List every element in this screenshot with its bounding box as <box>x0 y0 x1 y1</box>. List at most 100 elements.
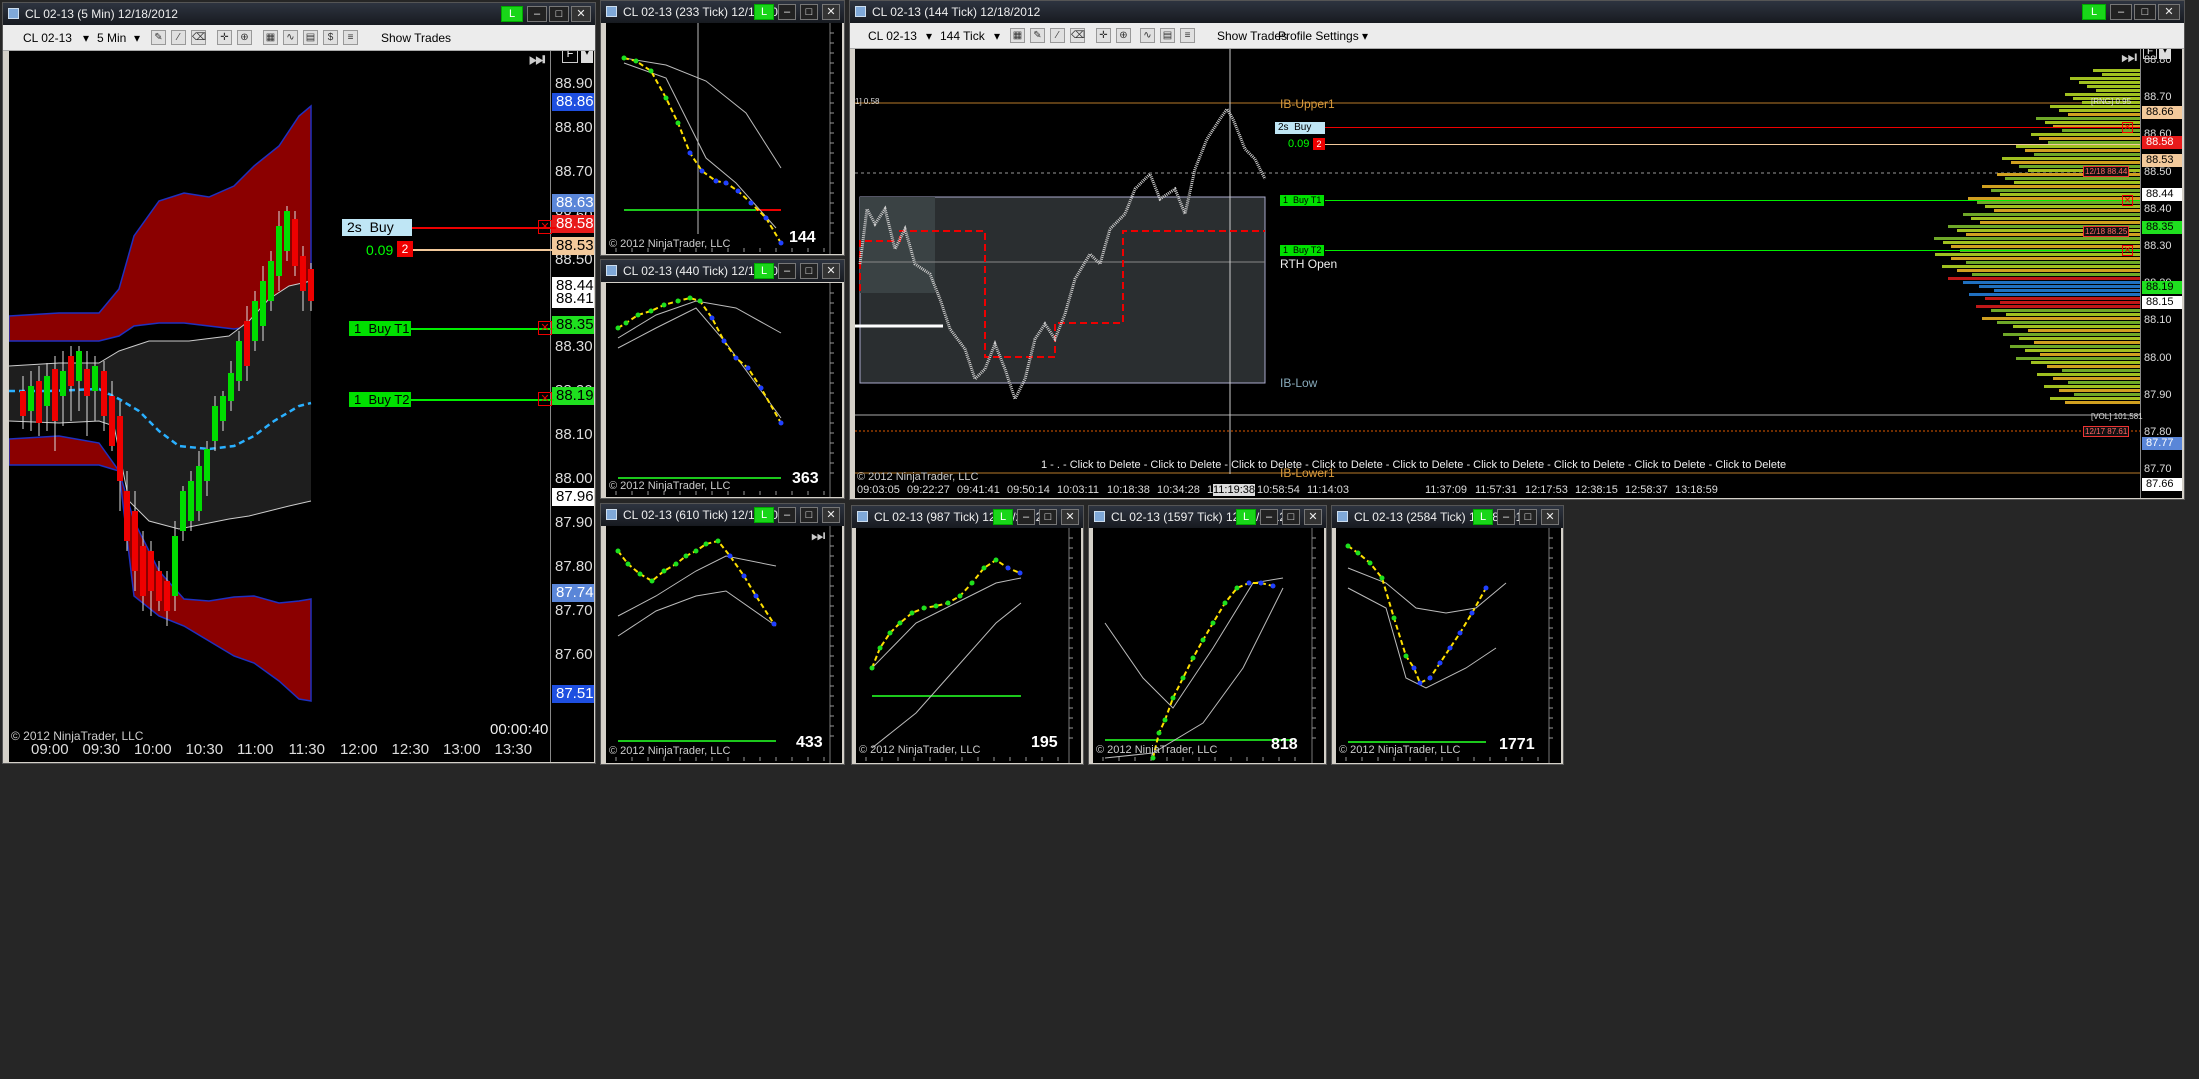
window-titlebar[interactable]: CL 02-13 (144 Tick) 12/18/2012 L – □ ✕ <box>850 1 2184 23</box>
minimize-button[interactable]: – <box>1260 509 1278 525</box>
indicators-icon[interactable]: ∿ <box>283 30 298 45</box>
mini-chart-plot[interactable] <box>606 526 842 763</box>
minimize-button[interactable]: – <box>778 263 796 279</box>
window-titlebar[interactable]: CL 02-13 (440 Tick) 12/18/2012 L – □ ✕ <box>601 260 844 282</box>
jump-to-end-icon[interactable]: ⏭ <box>529 51 545 70</box>
order-cancel-icon[interactable]: ✕ <box>2122 195 2133 206</box>
maximize-button[interactable]: □ <box>2134 4 2156 20</box>
crosshair-icon[interactable]: ✛ <box>217 30 232 45</box>
window-titlebar[interactable]: CL 02-13 (1597 Tick) 12/18/2012 L – □ ✕ <box>1089 506 1326 528</box>
order-line-buy-t2[interactable] <box>1325 250 2140 251</box>
close-button[interactable]: ✕ <box>822 507 840 523</box>
eraser-icon[interactable]: ⌫ <box>191 30 206 45</box>
mini-chart-plot[interactable] <box>1336 528 1561 763</box>
pencil-icon[interactable]: ✎ <box>1030 28 1045 43</box>
minimize-button[interactable]: – <box>1017 509 1035 525</box>
order-cancel-icon[interactable]: ✕ <box>538 321 552 335</box>
mini-chart[interactable]: 363 © 2012 NinjaTrader, LLC <box>606 283 842 497</box>
eraser-icon[interactable]: ⌫ <box>1070 28 1085 43</box>
order-line-buy-t1[interactable] <box>404 328 554 330</box>
order-tag-buy-t2[interactable]: 1 Buy T2 <box>1280 245 1324 256</box>
live-button[interactable]: L <box>754 263 774 279</box>
mini-chart-plot[interactable] <box>606 283 842 497</box>
interval-selector[interactable]: 144 Tick <box>940 29 985 43</box>
jump-to-end-icon[interactable]: ⏭ <box>2121 49 2137 68</box>
strategies-icon[interactable]: ▤ <box>303 30 318 45</box>
profile-settings-button[interactable]: Profile Settings <box>1278 29 1359 43</box>
close-button[interactable]: ✕ <box>1061 509 1079 525</box>
close-button[interactable]: ✕ <box>822 263 840 279</box>
chart-window-1597tick[interactable]: CL 02-13 (1597 Tick) 12/18/2012 L – □ ✕ … <box>1088 505 1327 765</box>
order-cancel-icon[interactable]: ✕ <box>2122 245 2133 256</box>
show-trades-button[interactable]: Show Trades <box>1217 29 1287 43</box>
chart-window-610tick[interactable]: CL 02-13 (610 Tick) 12/18/2012 L – □ ✕ ⏭… <box>600 503 845 765</box>
close-button[interactable]: ✕ <box>1304 509 1322 525</box>
drawing-tools-icon[interactable]: ⁄ <box>171 30 186 45</box>
price-axis[interactable]: 88.9088.8088.7088.6088.5088.4088.3088.20… <box>550 51 594 762</box>
live-button[interactable]: L <box>2082 4 2106 20</box>
maximize-button[interactable]: □ <box>800 263 818 279</box>
f-button[interactable]: F <box>2143 49 2157 59</box>
minimize-button[interactable]: – <box>778 4 796 20</box>
instrument-dropdown-icon[interactable]: ▾ <box>83 31 89 45</box>
live-button[interactable]: L <box>501 6 523 22</box>
mini-chart[interactable]: 1771 © 2012 NinjaTrader, LLC <box>1336 528 1561 763</box>
bar-type-icon[interactable]: ▦ <box>263 30 278 45</box>
minimize-button[interactable]: – <box>778 507 796 523</box>
window-titlebar[interactable]: CL 02-13 (2584 Tick) 12/18/2012 L – □ ✕ <box>1332 506 1563 528</box>
order-line-buy-t2[interactable] <box>404 399 554 401</box>
close-button[interactable]: ✕ <box>822 4 840 20</box>
f-dropdown-icon[interactable]: ▾ <box>581 51 593 63</box>
click-to-delete-strip[interactable]: 1 - . - Click to Delete - Click to Delet… <box>1041 459 1786 471</box>
window-titlebar[interactable]: CL 02-13 (987 Tick) 12/18/2012 L – □ ✕ <box>852 506 1083 528</box>
window-titlebar[interactable]: CL 02-13 (5 Min) 12/18/2012 L – □ ✕ <box>3 3 595 25</box>
mini-chart-plot[interactable] <box>856 528 1081 763</box>
strategies-icon[interactable]: ▤ <box>1160 28 1175 43</box>
zoom-icon[interactable]: ⊕ <box>237 30 252 45</box>
maximize-button[interactable]: □ <box>549 6 569 22</box>
live-button[interactable]: L <box>993 509 1013 525</box>
profile-dropdown-icon[interactable]: ▾ <box>1362 29 1368 43</box>
tick-chart-plot[interactable] <box>855 49 2140 498</box>
live-button[interactable]: L <box>1236 509 1256 525</box>
mini-chart[interactable]: 144 © 2012 NinjaTrader, LLC <box>606 23 842 254</box>
chart-window-144tick[interactable]: CL 02-13 (144 Tick) 12/18/2012 L – □ ✕ C… <box>849 0 2185 500</box>
order-cancel-icon[interactable]: ✕ <box>2122 122 2133 133</box>
chart-window-987tick[interactable]: CL 02-13 (987 Tick) 12/18/2012 L – □ ✕ 1… <box>851 505 1084 765</box>
drawing-tools-icon[interactable]: ⁄ <box>1050 28 1065 43</box>
instrument-dropdown-icon[interactable]: ▾ <box>926 29 932 43</box>
bar-type-icon[interactable]: ▦ <box>1010 28 1025 43</box>
instrument-selector[interactable]: CL 02-13 <box>23 31 72 45</box>
position-qty[interactable]: 2 <box>397 241 413 257</box>
show-trades-button[interactable]: Show Trades <box>381 31 451 45</box>
chart-window-233tick[interactable]: CL 02-13 (233 Tick) 12/18/2012 L – □ ✕ 1… <box>600 0 845 256</box>
price-chart-144tick[interactable]: 88.8088.7088.6088.5088.4088.3088.2088.10… <box>855 49 2182 498</box>
live-button[interactable]: L <box>754 4 774 20</box>
crosshair-icon[interactable]: ✛ <box>1096 28 1111 43</box>
window-titlebar[interactable]: CL 02-13 (610 Tick) 12/18/2012 L – □ ✕ <box>601 504 844 526</box>
position-qty[interactable]: 2 <box>1313 138 1325 150</box>
instrument-selector[interactable]: CL 02-13 <box>868 29 917 43</box>
indicators-icon[interactable]: ∿ <box>1140 28 1155 43</box>
chart-window-5min[interactable]: CL 02-13 (5 Min) 12/18/2012 L – □ ✕ CL 0… <box>2 2 596 764</box>
order-cancel-icon[interactable]: ✕ <box>538 392 552 406</box>
minimize-button[interactable]: – <box>1497 509 1515 525</box>
f-dropdown-icon[interactable]: ▾ <box>2159 49 2171 59</box>
price-chart-5min[interactable]: 88.9088.8088.7088.6088.5088.4088.3088.20… <box>9 51 594 762</box>
mini-chart[interactable]: ⏭ 433 © 2012 NinjaTrader, LLC <box>606 526 842 763</box>
interval-selector[interactable]: 5 Min <box>97 31 126 45</box>
mini-chart[interactable]: 818 © 2012 NinjaTrader, LLC <box>1093 528 1324 763</box>
minimize-button[interactable]: – <box>2110 4 2132 20</box>
pencil-icon[interactable]: ✎ <box>151 30 166 45</box>
order-tag-buy-t1[interactable]: 1 Buy T1 <box>1280 195 1324 206</box>
mini-chart-plot[interactable] <box>1093 528 1324 763</box>
f-button[interactable]: F <box>562 51 578 63</box>
chart-window-440tick[interactable]: CL 02-13 (440 Tick) 12/18/2012 L – □ ✕ 3… <box>600 259 845 499</box>
candlestick-plot[interactable] <box>9 51 549 762</box>
maximize-button[interactable]: □ <box>800 507 818 523</box>
maximize-button[interactable]: □ <box>1039 509 1057 525</box>
order-line-buy-s1[interactable] <box>406 227 556 229</box>
properties-icon[interactable]: ≡ <box>1180 28 1195 43</box>
interval-dropdown-icon[interactable]: ▾ <box>134 31 140 45</box>
order-tag-buy-t1[interactable]: 1 Buy T1 <box>349 321 411 336</box>
